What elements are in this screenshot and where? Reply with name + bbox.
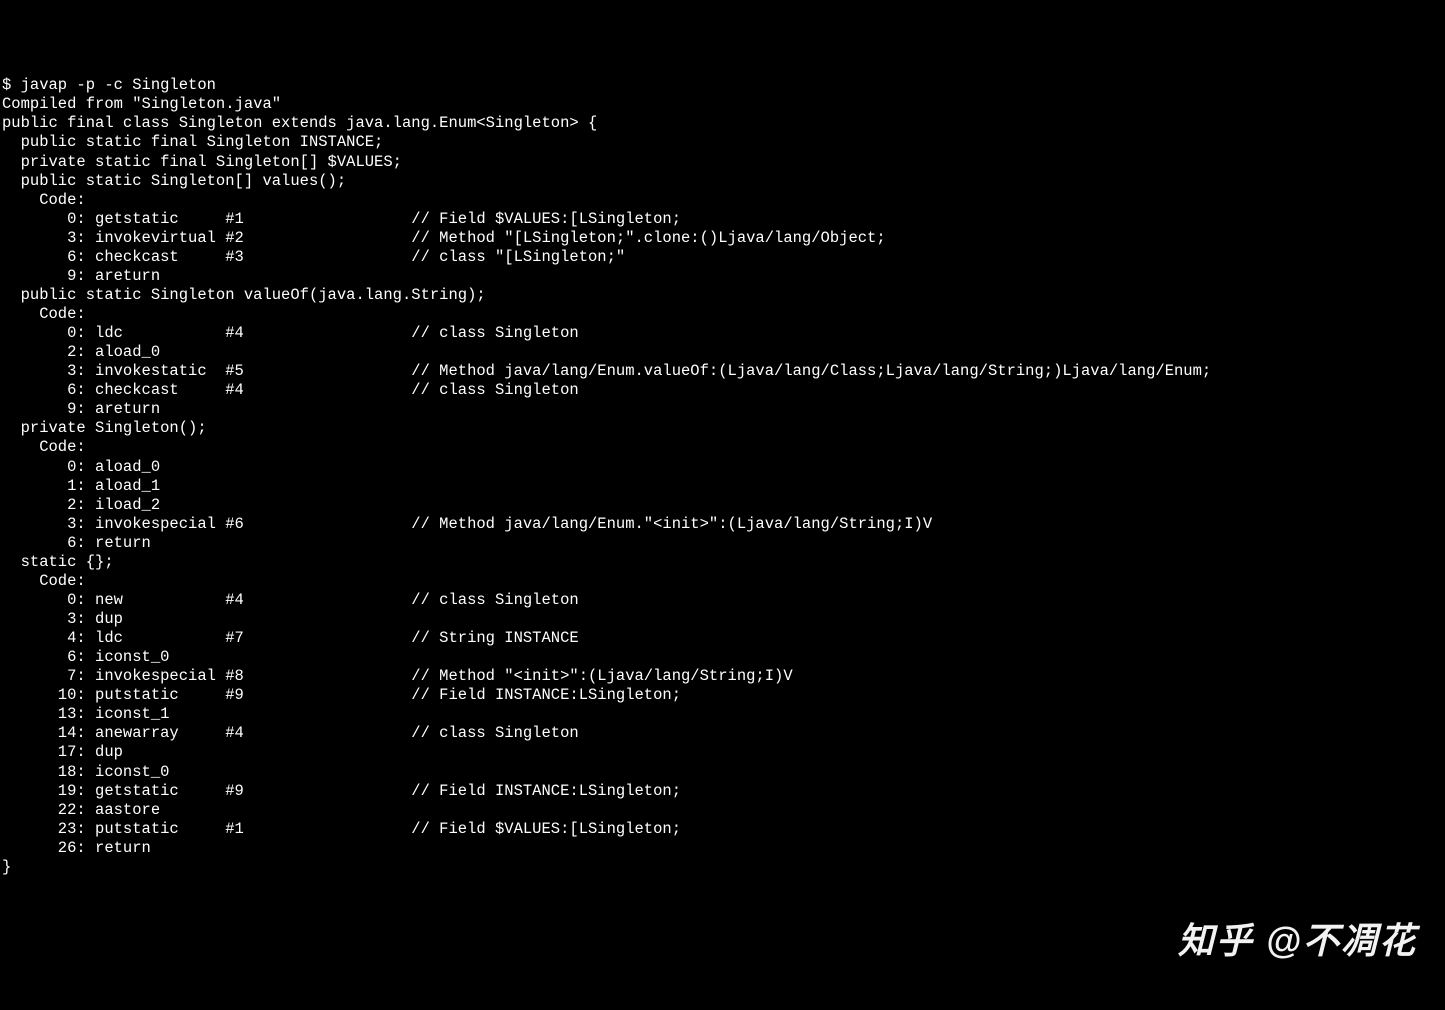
code-line: 22: aastore [2,801,1443,820]
code-line: 9: areturn [2,267,1443,286]
code-line: 19: getstatic #9 // Field INSTANCE:LSing… [2,782,1443,801]
code-line: 6: checkcast #4 // class Singleton [2,381,1443,400]
code-line: 0: new #4 // class Singleton [2,591,1443,610]
code-line: 0: ldc #4 // class Singleton [2,324,1443,343]
code-line: 13: iconst_1 [2,705,1443,724]
watermark-text: 知乎 @不凋花 [1178,919,1417,963]
code-line: 3: dup [2,610,1443,629]
code-line: 26: return [2,839,1443,858]
code-line: Code: [2,191,1443,210]
code-line: 6: return [2,534,1443,553]
code-line: public static Singleton[] values(); [2,172,1443,191]
code-line: 0: getstatic #1 // Field $VALUES:[LSingl… [2,210,1443,229]
code-line: 3: invokevirtual #2 // Method "[LSinglet… [2,229,1443,248]
code-line: Code: [2,305,1443,324]
code-line: 23: putstatic #1 // Field $VALUES:[LSing… [2,820,1443,839]
code-line: 3: invokespecial #6 // Method java/lang/… [2,515,1443,534]
code-line: public static Singleton valueOf(java.lan… [2,286,1443,305]
code-line: 17: dup [2,743,1443,762]
code-line: private static final Singleton[] $VALUES… [2,153,1443,172]
code-line: 7: invokespecial #8 // Method "<init>":(… [2,667,1443,686]
code-line: public final class Singleton extends jav… [2,114,1443,133]
code-line: private Singleton(); [2,419,1443,438]
code-line: 10: putstatic #9 // Field INSTANCE:LSing… [2,686,1443,705]
code-line: 0: aload_0 [2,458,1443,477]
code-line: 18: iconst_0 [2,763,1443,782]
code-line: public static final Singleton INSTANCE; [2,133,1443,152]
code-line: Code: [2,438,1443,457]
code-line: Code: [2,572,1443,591]
code-line: } [2,858,1443,877]
code-line: static {}; [2,553,1443,572]
code-line: 2: iload_2 [2,496,1443,515]
code-line: 3: invokestatic #5 // Method java/lang/E… [2,362,1443,381]
terminal-output: $ javap -p -c SingletonCompiled from "Si… [0,76,1445,877]
code-line: 9: areturn [2,400,1443,419]
code-line: Compiled from "Singleton.java" [2,95,1443,114]
code-line: 6: checkcast #3 // class "[LSingleton;" [2,248,1443,267]
code-line: 6: iconst_0 [2,648,1443,667]
code-line: 1: aload_1 [2,477,1443,496]
code-line: $ javap -p -c Singleton [2,76,1443,95]
code-line: 2: aload_0 [2,343,1443,362]
code-line: 14: anewarray #4 // class Singleton [2,724,1443,743]
code-line: 4: ldc #7 // String INSTANCE [2,629,1443,648]
